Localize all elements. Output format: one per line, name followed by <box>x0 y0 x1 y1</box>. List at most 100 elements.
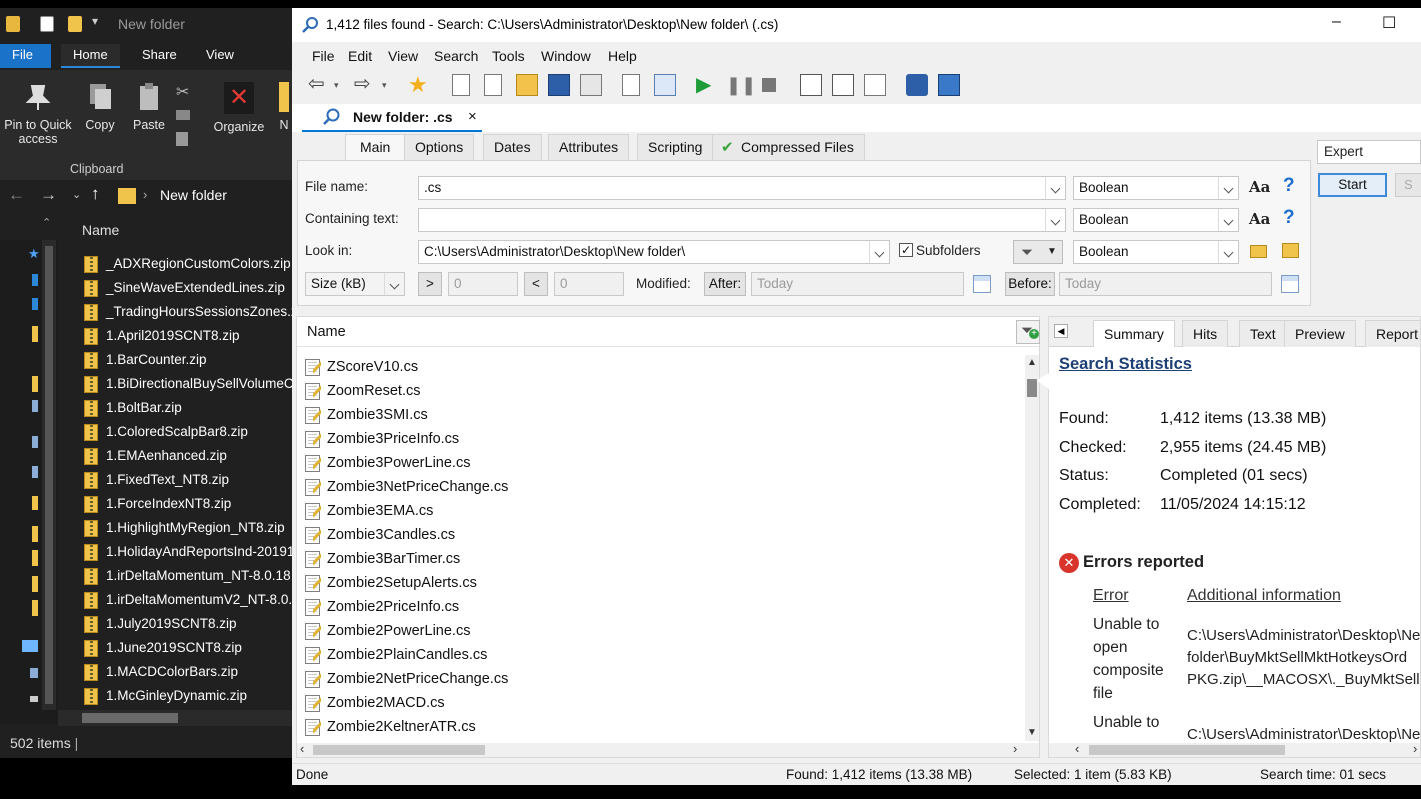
match-case-icon[interactable]: Aa <box>1249 178 1270 196</box>
multiple-folders-icon[interactable] <box>1282 243 1299 258</box>
list-item[interactable]: 1.ForceIndexNT8.zip <box>80 492 292 516</box>
after-date-input[interactable]: Today <box>751 272 964 296</box>
summary-hscroll-thumb[interactable] <box>1089 745 1285 755</box>
size-unit-select[interactable]: Size (kB) <box>305 272 405 296</box>
containing-dropdown-icon[interactable] <box>1045 209 1065 231</box>
nav-scroll-thumb[interactable] <box>45 246 53 704</box>
table-row[interactable]: Zombie2PriceInfo.cs <box>297 595 1025 619</box>
menu-window[interactable]: Window <box>541 48 591 64</box>
look-in-input[interactable]: C:\Users\Administrator\Desktop\New folde… <box>418 240 890 264</box>
table-row[interactable]: Zombie3PriceInfo.cs <box>297 427 1025 451</box>
report-icon[interactable] <box>864 74 886 96</box>
chevron-down-icon[interactable] <box>1218 241 1238 263</box>
table-row[interactable]: Zombie3EMA.cs <box>297 499 1025 523</box>
menu-file[interactable]: File <box>312 48 335 64</box>
forward-icon[interactable]: ⇨ <box>354 74 376 96</box>
new-search-icon[interactable] <box>452 74 470 96</box>
list-item[interactable]: 1.July2019SCNT8.zip <box>80 612 292 636</box>
collapse-panel-icon[interactable]: ◀ <box>1054 324 1068 338</box>
list-item[interactable]: 1.June2019SCNT8.zip <box>80 636 292 660</box>
paste-shortcut-icon[interactable] <box>176 132 188 146</box>
chevron-down-icon[interactable] <box>1218 209 1238 231</box>
panel-layout-icon[interactable] <box>832 74 854 96</box>
menu-help[interactable]: Help <box>608 48 637 64</box>
collapse-up-icon[interactable]: ⌃ <box>42 216 51 229</box>
table-row[interactable]: Zombie2KeltnerATR.cs <box>297 715 1025 739</box>
scroll-right-icon[interactable]: › <box>1413 741 1417 756</box>
list-item[interactable]: 1.BiDirectionalBuySellVolumeC <box>80 372 292 396</box>
after-button[interactable]: After: <box>704 272 746 296</box>
menu-view[interactable]: View <box>388 48 418 64</box>
back-icon[interactable]: ⇦ <box>308 74 330 96</box>
before-button[interactable]: Before: <box>1005 272 1055 296</box>
min-size-input[interactable]: 0 <box>448 272 518 296</box>
list-item[interactable]: 1.irDeltaMomentum_NT-8.0.18 <box>80 564 292 588</box>
tab-hits[interactable]: Hits <box>1182 320 1229 347</box>
properties-icon[interactable] <box>40 16 54 32</box>
tab-scripting[interactable]: Scripting <box>637 134 714 160</box>
paste-icon[interactable] <box>654 74 676 96</box>
match-case-icon[interactable]: Aa <box>1249 210 1270 228</box>
list-item[interactable]: 1.BarCounter.zip <box>80 348 292 372</box>
list-item[interactable]: 1.McGinleyDynamic.zip <box>80 684 292 708</box>
error-column-header[interactable]: Error <box>1093 587 1129 605</box>
list-item[interactable]: 1.April2019SCNT8.zip <box>80 324 292 348</box>
results-column-header[interactable]: Name ⏷ + <box>297 317 1040 347</box>
tab-options[interactable]: Options <box>404 134 475 160</box>
back-icon[interactable]: ← <box>8 185 25 205</box>
copy-path-icon[interactable] <box>176 110 190 120</box>
copy-button[interactable]: Copy <box>82 82 118 132</box>
list-item[interactable]: 1.ColoredScalpBar8.zip <box>80 420 292 444</box>
up-icon[interactable]: ↑ <box>91 184 100 204</box>
window-layout-icon[interactable] <box>800 74 822 96</box>
export-icon[interactable] <box>580 74 602 96</box>
additional-info-column-header[interactable]: Additional information <box>1187 587 1341 605</box>
less-than-button[interactable]: < <box>524 272 548 296</box>
copy-results-icon[interactable] <box>622 74 640 96</box>
help-book-icon[interactable] <box>938 74 960 96</box>
tab-preview[interactable]: Preview <box>1284 320 1356 347</box>
before-date-input[interactable]: Today <box>1059 272 1272 296</box>
table-row[interactable]: Zombie2NetPriceChange.cs <box>297 667 1025 691</box>
table-row[interactable]: Zombie3SMI.cs <box>297 403 1025 427</box>
forward-dropdown-icon[interactable]: ▾ <box>382 74 392 96</box>
greater-than-button[interactable]: > <box>418 272 442 296</box>
save-icon[interactable] <box>548 74 570 96</box>
explorer-scroll-thumb[interactable] <box>82 713 178 723</box>
menu-search[interactable]: Search <box>434 48 478 64</box>
nav-icon[interactable] <box>32 326 38 342</box>
cut-icon[interactable]: ✂ <box>176 82 189 102</box>
search-mode-select[interactable]: Expert <box>1317 140 1421 164</box>
list-item[interactable]: 1.HolidayAndReportsInd-20191 <box>80 540 292 564</box>
stop-button[interactable]: S <box>1395 173 1421 197</box>
tab-view[interactable]: View <box>194 44 246 68</box>
tab-file[interactable]: File <box>0 44 51 68</box>
file-name-mode-select[interactable]: Boolean <box>1073 176 1239 200</box>
folder-filter-button[interactable]: ⏷ ▼ <box>1013 240 1063 264</box>
stop-icon[interactable] <box>758 74 780 96</box>
file-name-dropdown-icon[interactable] <box>1045 177 1065 199</box>
look-in-mode-select[interactable]: Boolean <box>1073 240 1239 264</box>
list-item[interactable]: 1.BoltBar.zip <box>80 396 292 420</box>
open-icon[interactable] <box>516 74 538 96</box>
list-item[interactable]: 1.HighlightMyRegion_NT8.zip <box>80 516 292 540</box>
scroll-left-icon[interactable]: ‹ <box>300 741 304 756</box>
tab-summary[interactable]: Summary <box>1093 320 1175 347</box>
explorer-column-header[interactable]: Name <box>58 216 292 242</box>
table-row[interactable]: Zombie3Candles.cs <box>297 523 1025 547</box>
list-item[interactable]: 1.FixedText_NT8.zip <box>80 468 292 492</box>
scroll-right-icon[interactable]: › <box>1013 741 1017 756</box>
table-row[interactable]: Zombie2SetupAlerts.cs <box>297 571 1025 595</box>
tab-search-new-folder[interactable]: New folder: .cs × <box>302 104 482 132</box>
nav-icon[interactable] <box>30 696 38 702</box>
results-vertical-scrollbar[interactable]: ▲ ▼ <box>1025 355 1039 741</box>
maximize-button[interactable]: ☐ <box>1382 13 1396 33</box>
help-icon[interactable]: ? <box>1283 175 1295 197</box>
table-row[interactable]: Zombie3PowerLine.cs <box>297 451 1025 475</box>
tab-attributes[interactable]: Attributes <box>548 134 630 160</box>
paste-button[interactable]: Paste <box>128 82 170 132</box>
table-row[interactable]: ZScoreV10.cs <box>297 355 1025 379</box>
favorites-icon[interactable]: ★ <box>408 74 430 96</box>
breadcrumb[interactable]: New folder <box>160 187 227 203</box>
list-item[interactable]: _TradingHoursSessionsZones.zip <box>80 300 292 324</box>
